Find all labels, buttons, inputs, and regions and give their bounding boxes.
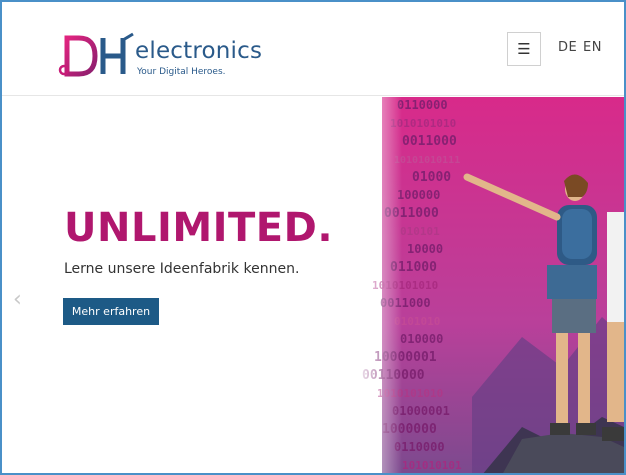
- hamburger-menu-icon: ☰: [517, 39, 531, 58]
- language-de-link[interactable]: DE: [558, 40, 577, 55]
- brand-logo[interactable]: electronics Your Digital Heroes.: [57, 32, 267, 80]
- brand-name: electronics: [135, 38, 263, 64]
- hero-slider: 0110000 1010101010 0011000 10101010111 0…: [2, 97, 624, 473]
- svg-text:010101: 010101: [400, 225, 440, 238]
- svg-text:100000: 100000: [397, 188, 440, 202]
- svg-text:101010101: 101010101: [402, 459, 462, 472]
- hero-image: 0110000 1010101010 0011000 10101010111 0…: [352, 97, 624, 473]
- learn-more-button[interactable]: Mehr erfahren: [63, 298, 159, 325]
- site-header: electronics Your Digital Heroes. ☰ DE EN: [2, 2, 624, 96]
- dh-logo-icon: [58, 32, 134, 77]
- svg-text:010000: 010000: [400, 332, 443, 346]
- svg-text:10101010111: 10101010111: [394, 155, 460, 166]
- brand-tagline: Your Digital Heroes.: [137, 67, 226, 77]
- page-frame: electronics Your Digital Heroes. ☰ DE EN: [0, 0, 626, 475]
- svg-text:01000: 01000: [412, 170, 451, 185]
- svg-text:0110000: 0110000: [397, 98, 448, 112]
- hero-headline: UNLIMITED.: [64, 205, 334, 251]
- svg-text:10000: 10000: [407, 242, 443, 256]
- hero-subline: Lerne unsere Ideenfabrik kennen.: [64, 261, 300, 277]
- menu-button[interactable]: ☰: [507, 32, 541, 66]
- chevron-left-icon[interactable]: ‹: [13, 287, 22, 312]
- language-en-link[interactable]: EN: [583, 40, 602, 55]
- svg-text:0011000: 0011000: [402, 134, 457, 149]
